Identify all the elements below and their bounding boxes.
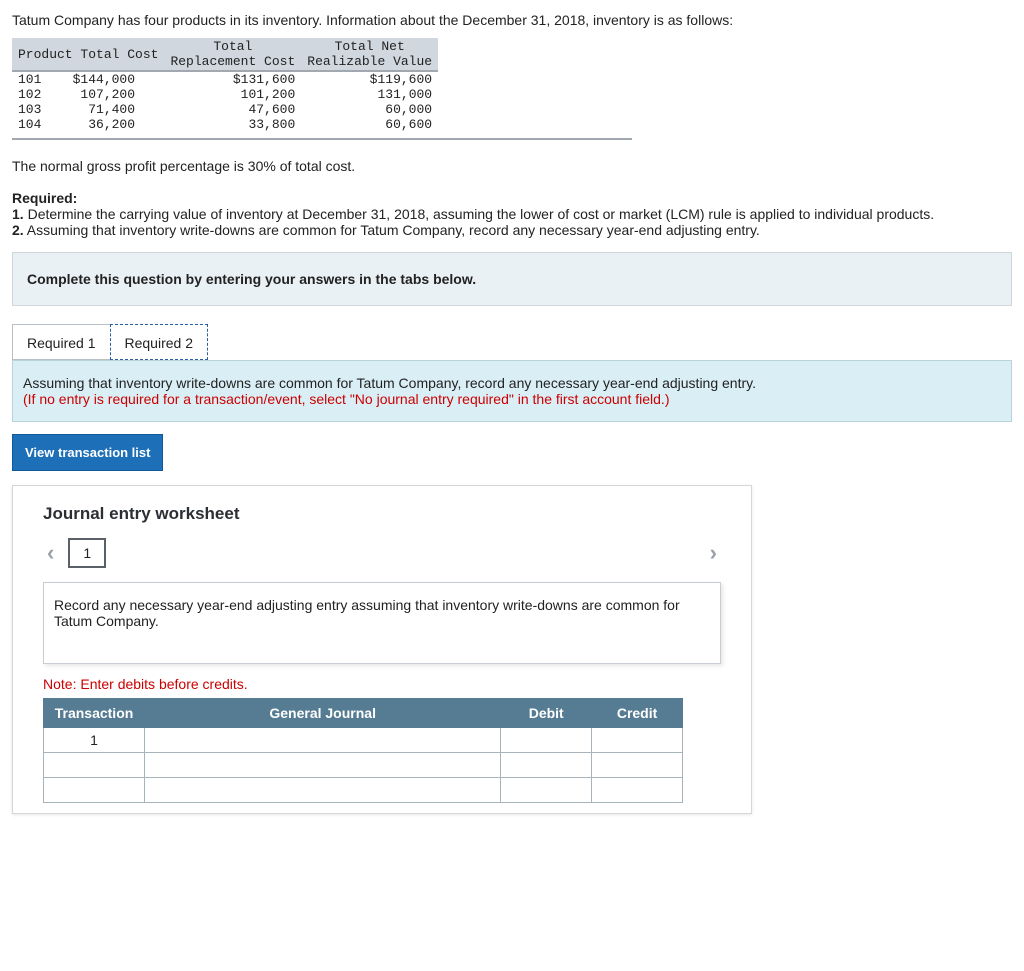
chevron-right-icon[interactable]: › <box>706 540 721 566</box>
general-journal-cell[interactable] <box>145 778 501 803</box>
step-indicator[interactable]: 1 <box>68 538 106 568</box>
required-item-2: 2. Assuming that inventory write-downs a… <box>12 222 1012 238</box>
transaction-cell <box>44 753 145 778</box>
worksheet-note: Note: Enter debits before credits. <box>43 676 721 692</box>
instruction-box: Complete this question by entering your … <box>12 252 1012 306</box>
col-debit: Debit <box>501 699 592 728</box>
required-heading: Required: <box>12 190 1012 206</box>
worksheet-title: Journal entry worksheet <box>43 504 721 524</box>
table-row: 102 107,200 101,200 131,000 <box>12 87 438 102</box>
journal-entry-worksheet: Journal entry worksheet ‹ 1 › Record any… <box>12 485 752 814</box>
worksheet-prompt: Record any necessary year-end adjusting … <box>43 582 721 664</box>
tabs: Required 1 Required 2 <box>12 324 1012 360</box>
transaction-cell <box>44 778 145 803</box>
general-journal-cell[interactable] <box>145 728 501 753</box>
credit-cell[interactable] <box>592 778 683 803</box>
tab2-line1: Assuming that inventory write-downs are … <box>23 375 756 391</box>
col-transaction: Transaction <box>44 699 145 728</box>
credit-cell[interactable] <box>592 753 683 778</box>
credit-cell[interactable] <box>592 728 683 753</box>
debit-cell[interactable] <box>501 728 592 753</box>
table-row: 101 $144,000 $131,600 $119,600 <box>12 71 438 87</box>
table-row: 1 <box>44 728 683 753</box>
intro-text: Tatum Company has four products in its i… <box>12 12 1012 28</box>
col-product: Product Total Cost <box>12 38 164 71</box>
inventory-table: Product Total Cost Total Replacement Cos… <box>12 38 438 132</box>
tab-required-1[interactable]: Required 1 <box>12 324 111 360</box>
tab2-line2: (If no entry is required for a transacti… <box>23 391 669 407</box>
debit-cell[interactable] <box>501 753 592 778</box>
col-nrv: Total Net Realizable Value <box>301 38 438 71</box>
tab-content-required-2: Assuming that inventory write-downs are … <box>12 360 1012 422</box>
table-row: 104 36,200 33,800 60,600 <box>12 117 438 132</box>
transaction-cell: 1 <box>44 728 145 753</box>
journal-table: Transaction General Journal Debit Credit… <box>43 698 683 803</box>
gross-profit-note: The normal gross profit percentage is 30… <box>12 158 1012 174</box>
chevron-left-icon[interactable]: ‹ <box>43 540 58 566</box>
debit-cell[interactable] <box>501 778 592 803</box>
col-credit: Credit <box>592 699 683 728</box>
col-replacement: Total Replacement Cost <box>164 38 301 71</box>
col-general-journal: General Journal <box>145 699 501 728</box>
table-row <box>44 753 683 778</box>
tab-required-2[interactable]: Required 2 <box>110 324 209 360</box>
table-row <box>44 778 683 803</box>
view-transaction-list-button[interactable]: View transaction list <box>12 434 163 471</box>
table-row: 103 71,400 47,600 60,000 <box>12 102 438 117</box>
general-journal-cell[interactable] <box>145 753 501 778</box>
table-rule <box>12 138 632 140</box>
required-item-1: 1. 1. Determine the carrying value of in… <box>12 206 1012 222</box>
